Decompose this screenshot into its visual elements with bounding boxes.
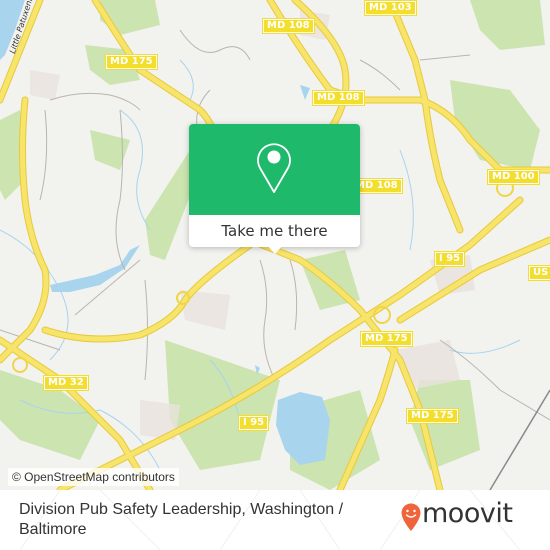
road-shield: MD 32 [43, 375, 89, 391]
map-view[interactable]: Little Patuxent MD 175 MD 108 MD 103 MD … [0, 0, 550, 490]
moovit-wordmark: moovit [422, 498, 513, 529]
road-shield: I 95 [434, 251, 466, 267]
popup-pointer [267, 245, 283, 254]
road-shield: US [528, 265, 550, 281]
road-shield: I 95 [238, 415, 270, 431]
location-popup: Take me there [189, 124, 360, 254]
popup-header [189, 124, 360, 215]
footer: Division Pub Safety Leadership, Washingt… [0, 490, 550, 550]
road-shield: MD 108 [312, 90, 365, 106]
road-shield: MD 103 [364, 0, 417, 16]
road-shield: MD 175 [406, 408, 459, 424]
moovit-logo[interactable]: moovit [400, 498, 540, 540]
moovit-pin-icon [401, 503, 421, 531]
map-pin-icon [257, 143, 291, 193]
map-attribution[interactable]: © OpenStreetMap contributors [8, 468, 179, 486]
railway [489, 389, 550, 490]
road-shield: MD 175 [105, 54, 158, 70]
road-shield: MD 100 [487, 169, 540, 185]
road-shield: MD 175 [360, 331, 413, 347]
road-shield: MD 108 [262, 18, 315, 34]
place-title: Division Pub Safety Leadership, Washingt… [19, 501, 344, 538]
take-me-there-button[interactable]: Take me there [189, 215, 360, 247]
